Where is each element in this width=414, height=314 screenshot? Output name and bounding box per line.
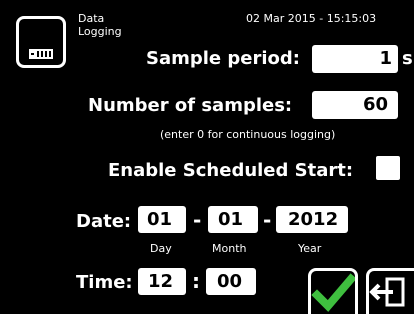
header-datetime: 02 Mar 2015 - 15:15:03 [246,12,377,25]
num-samples-input[interactable]: 60 [312,91,398,119]
date-day-label: Day [150,242,172,255]
date-month-input[interactable]: 01 [208,206,258,233]
header-title-line1: Data [78,12,105,25]
header-title-line2: Logging [78,25,122,38]
date-separator: - [263,208,272,232]
sample-period-label: Sample period: [146,48,300,69]
checkmark-icon [311,273,355,312]
scheduled-start-checkbox[interactable] [376,156,400,180]
date-month-value: 01 [218,209,244,230]
num-samples-label: Number of samples: [88,95,293,116]
num-samples-hint: (enter 0 for continuous logging) [160,128,336,141]
num-samples-value: 60 [362,94,388,115]
time-separator: : [192,269,200,293]
date-year-input[interactable]: 2012 [276,206,348,233]
time-hour-input[interactable]: 12 [138,268,186,295]
sample-period-value: 1 [379,48,392,69]
scheduled-start-label: Enable Scheduled Start: [108,160,354,181]
date-separator: - [193,208,202,232]
exit-icon [369,277,405,307]
date-month-label: Month [212,242,247,255]
time-label: Time: [76,272,133,293]
confirm-button[interactable] [308,268,358,314]
time-minute-value: 00 [217,271,243,292]
date-day-value: 01 [147,209,173,230]
sample-period-input[interactable]: 1 [312,45,398,73]
data-logging-icon[interactable] [16,16,66,68]
exit-button[interactable] [366,268,414,314]
date-year-label: Year [298,242,322,255]
time-hour-value: 12 [148,271,174,292]
date-day-input[interactable]: 01 [138,206,186,233]
date-label: Date: [76,211,132,232]
date-year-value: 2012 [288,209,339,230]
time-minute-input[interactable]: 00 [206,268,256,295]
sample-period-unit: s [402,48,413,69]
